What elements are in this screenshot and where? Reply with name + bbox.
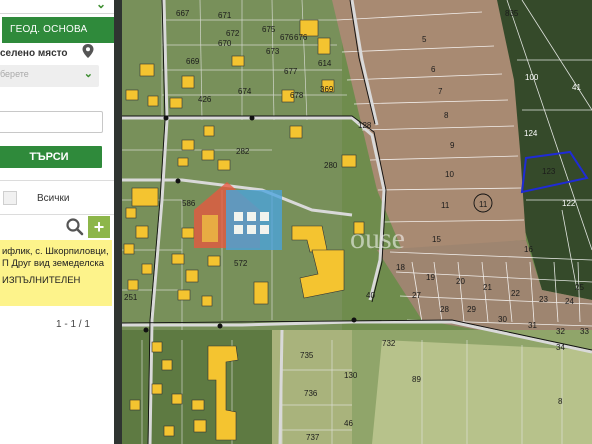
parcel-number: 46 — [344, 419, 353, 428]
parcel-number: 737 — [306, 433, 320, 442]
parcel-number: 676 — [280, 33, 294, 42]
parcel-number: 673 — [266, 47, 280, 56]
divider — [0, 214, 114, 215]
parcel-number: 123 — [542, 167, 556, 176]
parcel-number: 30 — [498, 315, 507, 324]
parcel-number: 736 — [304, 389, 318, 398]
parcel-number: 672 — [226, 29, 240, 38]
parcel-number: 19 — [426, 273, 435, 282]
parcel-number: 6 — [431, 65, 436, 74]
parcel-number: 9 — [450, 141, 455, 150]
search-panel: ⌄ ГЕОД. ОСНОВА селено място берете ⌄ ТЪР… — [0, 0, 114, 444]
parcel-number: 24 — [565, 297, 574, 306]
pagination-info: 1 - 1 / 1 — [56, 319, 90, 330]
parcel-number: 251 — [124, 293, 138, 302]
parcel-number: 40 — [366, 291, 375, 300]
parcel-number: 16 — [524, 245, 533, 254]
watermark-text: ouse — [350, 222, 405, 255]
parcel-number: 122 — [562, 199, 576, 208]
select-all-checkbox[interactable] — [3, 191, 17, 205]
parcel-number: 572 — [234, 259, 248, 268]
parcel-number: 11 — [441, 201, 450, 210]
tab-geodetic-base[interactable]: ГЕОД. ОСНОВА — [2, 17, 114, 43]
search-button[interactable]: ТЪРСИ — [0, 146, 102, 168]
result-description: ифлик, с. Шкорпиловци, П Друг вид земеде… — [2, 246, 109, 269]
parcel-number: 20 — [456, 277, 465, 286]
parcel-number: 33 — [580, 327, 589, 336]
parcel-number: 674 — [238, 87, 252, 96]
parcel-number: 426 — [198, 95, 212, 104]
parcel-number: 31 — [528, 321, 537, 330]
result-status: ИЗПЪЛНИТЕЛЕН — [2, 275, 81, 286]
search-input[interactable] — [0, 111, 103, 133]
parcel-number: 8 — [444, 111, 449, 120]
parcel-number: 669 — [186, 57, 200, 66]
parcel-number: 34 — [556, 343, 565, 352]
parcel-number: 7 — [438, 87, 443, 96]
parcel-number: 29 — [467, 305, 476, 314]
location-pin-icon[interactable] — [82, 44, 94, 58]
parcel-number: 128 — [358, 121, 372, 130]
parcel-number: 23 — [539, 295, 548, 304]
parcel-number: 41 — [572, 83, 581, 92]
parcel-number: 10 — [445, 170, 454, 179]
parcel-number: 369 — [320, 85, 334, 94]
result-item[interactable]: ифлик, с. Шкорпиловци, П Друг вид земеде… — [0, 240, 112, 306]
parcel-number: 130 — [344, 371, 358, 380]
block-number: 11 — [479, 200, 488, 209]
parcel-number: 280 — [324, 161, 338, 170]
parcel-number: 671 — [218, 11, 232, 20]
search-icon[interactable] — [64, 216, 86, 238]
parcel-number: 21 — [483, 283, 492, 292]
parcel-number: 670 — [218, 39, 232, 48]
parcel-number: 18 — [396, 263, 405, 272]
chevron-down-icon: ⌄ — [95, 0, 106, 11]
chevron-down-icon: ⌄ — [83, 68, 93, 80]
parcel-number: 677 — [284, 67, 298, 76]
parcel-number: 22 — [511, 289, 520, 298]
parcel-number: 15 — [432, 235, 441, 244]
parcel-number: 25 — [575, 283, 584, 292]
parcel-number: 735 — [300, 351, 314, 360]
parcel-number: 282 — [236, 147, 250, 156]
parcel-number: 32 — [556, 327, 565, 336]
parcel-number: 100 — [525, 73, 539, 82]
divider — [0, 180, 114, 181]
settlement-placeholder: берете — [0, 69, 29, 79]
select-all-label: Всички — [37, 193, 70, 204]
parcel-number: 678 — [290, 91, 304, 100]
parcel-number: 8 — [558, 397, 563, 406]
map-canvas[interactable]: ouse 835 5 6 7 8 9 10 11 15 16 18 19 20 … — [122, 0, 592, 444]
top-dropdown[interactable]: ⌄ — [0, 0, 114, 14]
parcel-number: 586 — [182, 199, 196, 208]
parcel-number: 732 — [382, 339, 396, 348]
parcel-number: 675 — [262, 25, 276, 34]
add-icon[interactable]: + — [88, 216, 110, 238]
settlement-select[interactable]: берете ⌄ — [0, 65, 99, 87]
parcel-number: 667 — [176, 9, 190, 18]
parcel-number: 28 — [440, 305, 449, 314]
parcel-number: 5 — [422, 35, 427, 44]
panel-resize-handle[interactable] — [114, 0, 122, 444]
parcel-number: 835 — [505, 9, 519, 18]
parcel-number: 89 — [412, 375, 421, 384]
cadastral-map[interactable]: ouse 835 5 6 7 8 9 10 11 15 16 18 19 20 … — [122, 0, 592, 444]
parcel-number: 614 — [318, 59, 332, 68]
parcel-number: 676 — [294, 33, 308, 42]
parcel-number: 27 — [412, 291, 421, 300]
settlement-label: селено място — [0, 48, 68, 59]
parcel-number: 124 — [524, 129, 538, 138]
